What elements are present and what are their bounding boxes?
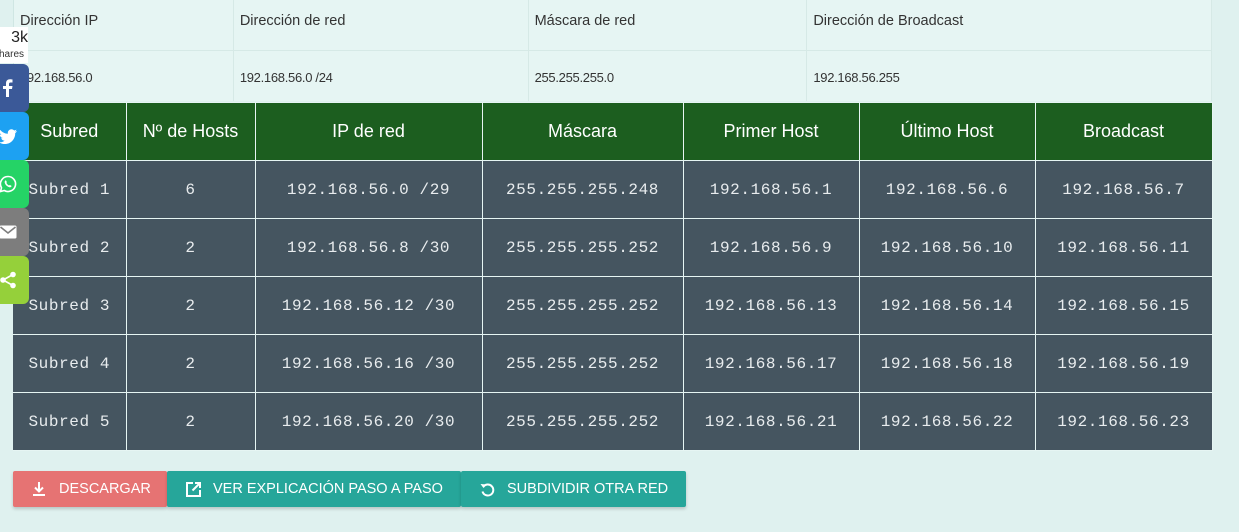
cell-subred: Subred 4 — [13, 334, 127, 393]
subdivide-again-label: SUBDIVIDIR OTRA RED — [507, 481, 669, 497]
cell-first-host: 192.168.56.21 — [682, 392, 860, 451]
cell-mask: 255.255.255.252 — [481, 392, 684, 451]
col-first-host: Primer Host — [682, 102, 860, 161]
cell-hosts: 6 — [125, 160, 256, 219]
col-network-ip: IP de red — [254, 102, 483, 161]
cell-first-host: 192.168.56.17 — [682, 334, 860, 393]
header-network-address: Dirección de red — [234, 0, 529, 50]
share-counter: 3k shares — [0, 27, 28, 63]
open-in-new-icon — [183, 479, 203, 499]
cell-mask: 255.255.255.252 — [481, 218, 684, 277]
cell-broadcast: 192.168.56.11 — [1034, 218, 1213, 277]
share-icon — [0, 271, 17, 289]
network-info-table: Dirección IP Dirección de red Máscara de… — [13, 0, 1212, 101]
cell-last-host: 192.168.56.6 — [858, 160, 1036, 219]
share-count-label: shares — [0, 49, 24, 60]
col-hosts: Nº de Hosts — [125, 102, 256, 161]
restart-icon — [477, 479, 497, 499]
download-button-label: DESCARGAR — [59, 481, 151, 497]
col-subred: Subred — [13, 102, 127, 161]
network-info-header-row: Dirección IP Dirección de red Máscara de… — [14, 0, 1212, 50]
cell-first-host: 192.168.56.1 — [682, 160, 860, 219]
share-whatsapp-button[interactable] — [0, 160, 29, 208]
header-broadcast-address: Dirección de Broadcast — [807, 0, 1212, 50]
cell-network-ip: 192.168.56.16 /30 — [254, 334, 483, 393]
download-icon — [29, 479, 49, 499]
cell-first-host: 192.168.56.9 — [682, 218, 860, 277]
cell-broadcast: 192.168.56.15 — [1034, 276, 1213, 335]
cell-subred: Subred 2 — [13, 218, 127, 277]
cell-first-host: 192.168.56.13 — [682, 276, 860, 335]
value-ip-address: 192.168.56.0 — [14, 51, 234, 101]
table-row: Subred 1 6 192.168.56.0 /29 255.255.255.… — [13, 160, 1213, 219]
cell-hosts: 2 — [125, 392, 256, 451]
cell-last-host: 192.168.56.22 — [858, 392, 1036, 451]
cell-network-ip: 192.168.56.20 /30 — [254, 392, 483, 451]
twitter-icon — [0, 128, 17, 144]
header-netmask: Máscara de red — [529, 0, 808, 50]
cell-last-host: 192.168.56.18 — [858, 334, 1036, 393]
cell-network-ip: 192.168.56.8 /30 — [254, 218, 483, 277]
value-netmask: 255.255.255.0 — [529, 51, 808, 101]
share-facebook-button[interactable] — [0, 64, 29, 112]
col-mask: Máscara — [481, 102, 684, 161]
cell-hosts: 2 — [125, 276, 256, 335]
view-explanation-button[interactable]: VER EXPLICACIÓN PASO A PASO — [167, 471, 461, 507]
subnets-table: Subred Nº de Hosts IP de red Máscara Pri… — [13, 102, 1213, 451]
cell-subred: Subred 3 — [13, 276, 127, 335]
share-count: 3k — [11, 29, 28, 46]
cell-subred: Subred 1 — [13, 160, 127, 219]
cell-subred: Subred 5 — [13, 392, 127, 451]
cell-hosts: 2 — [125, 334, 256, 393]
cell-mask: 255.255.255.248 — [481, 160, 684, 219]
value-network-address: 192.168.56.0 /24 — [234, 51, 529, 101]
cell-hosts: 2 — [125, 218, 256, 277]
share-email-button[interactable] — [0, 208, 29, 256]
table-row: Subred 3 2 192.168.56.12 /30 255.255.255… — [13, 276, 1213, 335]
table-row: Subred 2 2 192.168.56.8 /30 255.255.255.… — [13, 218, 1213, 277]
email-icon — [0, 225, 17, 239]
view-explanation-label: VER EXPLICACIÓN PASO A PASO — [213, 481, 443, 497]
table-row: Subred 5 2 192.168.56.20 /30 255.255.255… — [13, 392, 1213, 451]
cell-broadcast: 192.168.56.19 — [1034, 334, 1213, 393]
subdivide-again-button[interactable]: SUBDIVIDIR OTRA RED — [461, 471, 686, 507]
header-ip-address: Dirección IP — [14, 0, 234, 50]
cell-last-host: 192.168.56.14 — [858, 276, 1036, 335]
cell-network-ip: 192.168.56.0 /29 — [254, 160, 483, 219]
cell-broadcast: 192.168.56.7 — [1034, 160, 1213, 219]
value-broadcast-address: 192.168.56.255 — [807, 51, 1212, 101]
table-row: Subred 4 2 192.168.56.16 /30 255.255.255… — [13, 334, 1213, 393]
whatsapp-icon — [0, 175, 17, 193]
cell-mask: 255.255.255.252 — [481, 334, 684, 393]
download-button[interactable]: DESCARGAR — [13, 471, 167, 507]
col-broadcast: Broadcast — [1034, 102, 1213, 161]
share-more-button[interactable] — [0, 256, 29, 304]
share-twitter-button[interactable] — [0, 112, 29, 160]
cell-broadcast: 192.168.56.23 — [1034, 392, 1213, 451]
cell-mask: 255.255.255.252 — [481, 276, 684, 335]
col-last-host: Último Host — [858, 102, 1036, 161]
cell-last-host: 192.168.56.10 — [858, 218, 1036, 277]
subnets-header-row: Subred Nº de Hosts IP de red Máscara Pri… — [13, 102, 1213, 161]
network-info-value-row: 192.168.56.0 192.168.56.0 /24 255.255.25… — [14, 50, 1212, 101]
cell-network-ip: 192.168.56.12 /30 — [254, 276, 483, 335]
